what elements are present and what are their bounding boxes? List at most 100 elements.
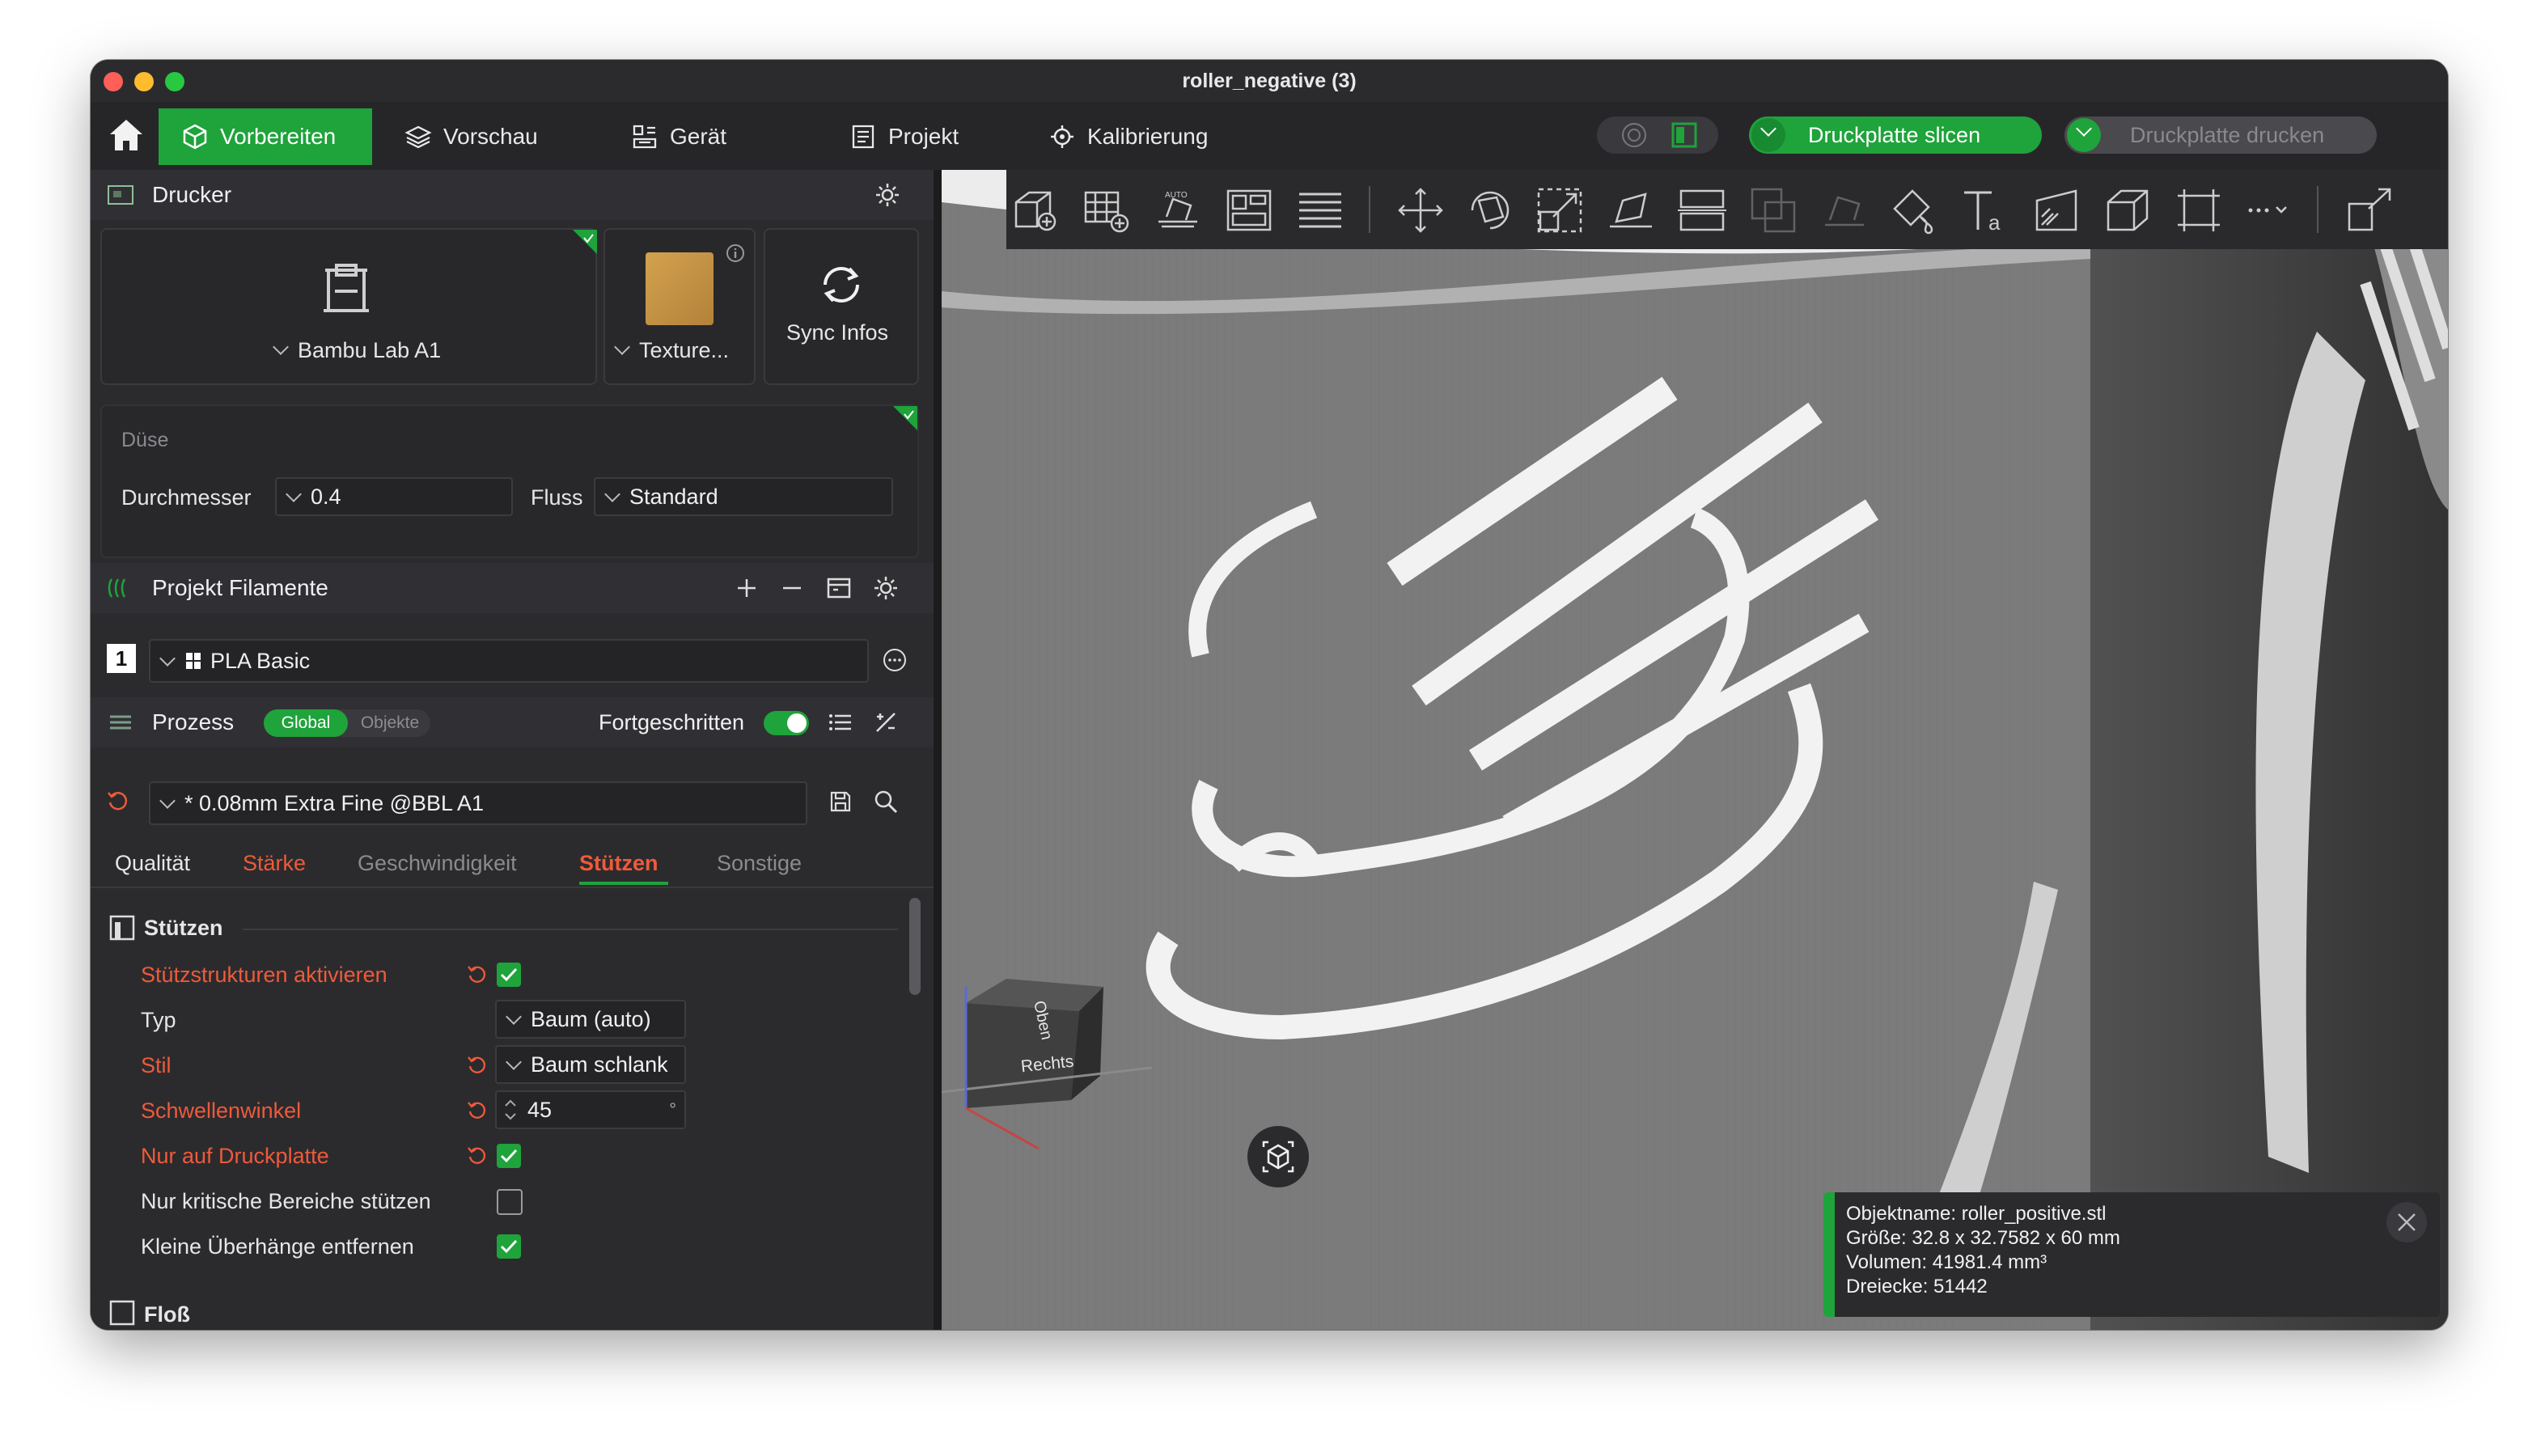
gear-icon[interactable]: [872, 574, 900, 602]
process-preset-dropdown[interactable]: * 0.08mm Extra Fine @BBL A1: [149, 781, 807, 825]
support-group-icon: [109, 915, 135, 941]
boolean-icon[interactable]: [1747, 184, 1799, 236]
critical-regions-checkbox[interactable]: [497, 1189, 523, 1215]
cut-icon[interactable]: [1676, 184, 1728, 236]
plate-type-label: Texture...: [639, 338, 730, 362]
reset-icon[interactable]: [466, 1144, 489, 1166]
tab-device[interactable]: Gerät: [608, 108, 749, 165]
settings-scrollbar[interactable]: [909, 898, 921, 995]
color-paint-icon[interactable]: [1888, 184, 1940, 236]
tab-speed[interactable]: Geschwindigkeit: [358, 851, 517, 876]
print-plate-button[interactable]: Druckplatte drucken: [2064, 116, 2377, 154]
tab-strength[interactable]: Stärke: [243, 851, 306, 876]
on-build-plate-only-label: Nur auf Druckplatte: [141, 1144, 329, 1168]
sync-info-button[interactable]: Sync Infos: [764, 228, 919, 385]
remove-small-overhangs-label: Kleine Überhänge entfernen: [141, 1234, 414, 1259]
3d-viewport[interactable]: Oben Rechts: [942, 170, 2448, 1330]
device-icon: [633, 125, 657, 149]
text-tool-icon[interactable]: a: [1959, 184, 2011, 236]
threshold-angle-spinbox[interactable]: 45 °: [495, 1090, 686, 1129]
save-icon[interactable]: [828, 789, 853, 814]
tab-prepare[interactable]: Vorbereiten: [159, 108, 372, 165]
add-object-icon[interactable]: [1010, 184, 1061, 236]
printer-model: Bambu Lab A1: [264, 338, 441, 363]
tab-supports[interactable]: Stützen: [579, 851, 658, 876]
scale-icon[interactable]: [1534, 184, 1586, 236]
undo-preset-icon[interactable]: [105, 788, 131, 814]
spin-arrows-icon[interactable]: [502, 1095, 519, 1124]
plus-icon[interactable]: [735, 576, 759, 600]
tab-quality[interactable]: Qualität: [115, 851, 190, 876]
tab-preview[interactable]: Vorschau: [382, 108, 561, 165]
green-corner-icon: [893, 406, 917, 430]
auto-orient-icon[interactable]: AUTO: [1152, 184, 1204, 236]
main-menubar: Vorbereiten Vorschau Gerät Projekt Kalib…: [91, 102, 2448, 171]
toggle-objects[interactable]: Objekte: [351, 709, 429, 737]
rotate-icon[interactable]: [1464, 184, 1516, 236]
measure-icon[interactable]: [2102, 184, 2153, 236]
slice-plate-button[interactable]: Druckplatte slicen: [1749, 116, 2042, 154]
reset-icon[interactable]: [466, 963, 489, 985]
zoom-window-button[interactable]: [165, 72, 184, 91]
enable-support-label: Stützstrukturen aktivieren: [141, 963, 387, 987]
nozzle-diameter-dropdown[interactable]: 0.4: [275, 477, 513, 516]
chevron-down-icon: [506, 1054, 522, 1070]
enable-support-checkbox[interactable]: [497, 963, 521, 987]
on-build-plate-only-checkbox[interactable]: [497, 1144, 521, 1168]
global-objects-toggle[interactable]: Global Objekte: [264, 709, 430, 737]
filaments-section-header: Projekt Filamente: [91, 563, 934, 613]
more-options-icon[interactable]: [882, 647, 908, 673]
lay-on-face-icon[interactable]: [1605, 184, 1657, 236]
remove-small-overhangs-checkbox[interactable]: [497, 1234, 521, 1259]
title-bar: roller_negative (3): [91, 60, 2448, 102]
svg-emboss-icon[interactable]: [2030, 184, 2082, 236]
green-corner-icon: [573, 230, 597, 254]
panel-splitter[interactable]: [934, 170, 942, 1330]
info-icon[interactable]: [725, 243, 746, 264]
cube-icon: [183, 124, 207, 150]
toggle-global[interactable]: Global: [264, 709, 348, 737]
calibration-icon: [1051, 125, 1073, 148]
slice-dropdown-toggle[interactable]: [1751, 118, 1785, 152]
support-type-dropdown[interactable]: Baum (auto): [495, 1000, 686, 1039]
group-divider: [243, 929, 898, 930]
assembly-icon[interactable]: [2173, 184, 2225, 236]
chevron-down-icon: [286, 486, 302, 502]
minimize-window-button[interactable]: [134, 72, 154, 91]
search-icon[interactable]: [872, 788, 900, 815]
support-style-dropdown[interactable]: Baum schlank: [495, 1045, 686, 1084]
close-info-button[interactable]: [2386, 1202, 2427, 1242]
print-dropdown-toggle[interactable]: [2067, 118, 2101, 152]
reset-icon[interactable]: [466, 1053, 489, 1076]
compare-icon[interactable]: [872, 709, 900, 736]
printer-selector[interactable]: Bambu Lab A1: [100, 228, 597, 385]
filament-sync-icon[interactable]: [825, 574, 853, 602]
home-button[interactable]: [105, 115, 147, 157]
tab-project[interactable]: Projekt: [827, 108, 981, 165]
plate-selector[interactable]: Texture...: [603, 228, 756, 385]
reset-view-button[interactable]: [1247, 1126, 1309, 1187]
view-cube-icon: [1262, 1141, 1294, 1173]
support-paint-icon[interactable]: [1819, 184, 1870, 236]
close-window-button[interactable]: [104, 72, 123, 91]
tab-calibration[interactable]: Kalibrierung: [1026, 108, 1230, 165]
move-icon[interactable]: [1395, 184, 1446, 236]
reset-icon[interactable]: [466, 1098, 489, 1121]
gear-icon[interactable]: [874, 181, 901, 209]
more-tools-icon[interactable]: [2242, 184, 2294, 236]
tab-other[interactable]: Sonstige: [717, 851, 802, 876]
chevron-down-icon: [159, 793, 176, 809]
split-plates-icon[interactable]: [1294, 184, 1346, 236]
nozzle-flow-dropdown[interactable]: Standard: [594, 477, 893, 516]
list-icon[interactable]: [827, 709, 854, 736]
explode-view-icon[interactable]: [2344, 184, 2396, 236]
advanced-switch[interactable]: [764, 711, 809, 735]
filament-dropdown[interactable]: PLA Basic: [149, 639, 869, 683]
view-mode-toggle[interactable]: [1597, 116, 1718, 154]
minus-icon[interactable]: [780, 576, 804, 600]
plate-type: Texture...: [605, 338, 729, 363]
arrange-icon[interactable]: [1223, 184, 1275, 236]
object-size: Größe: 32.8 x 32.7582 x 60 mm: [1846, 1227, 2120, 1249]
svg-text:a: a: [1988, 210, 2001, 235]
add-plate-icon[interactable]: [1081, 184, 1133, 236]
